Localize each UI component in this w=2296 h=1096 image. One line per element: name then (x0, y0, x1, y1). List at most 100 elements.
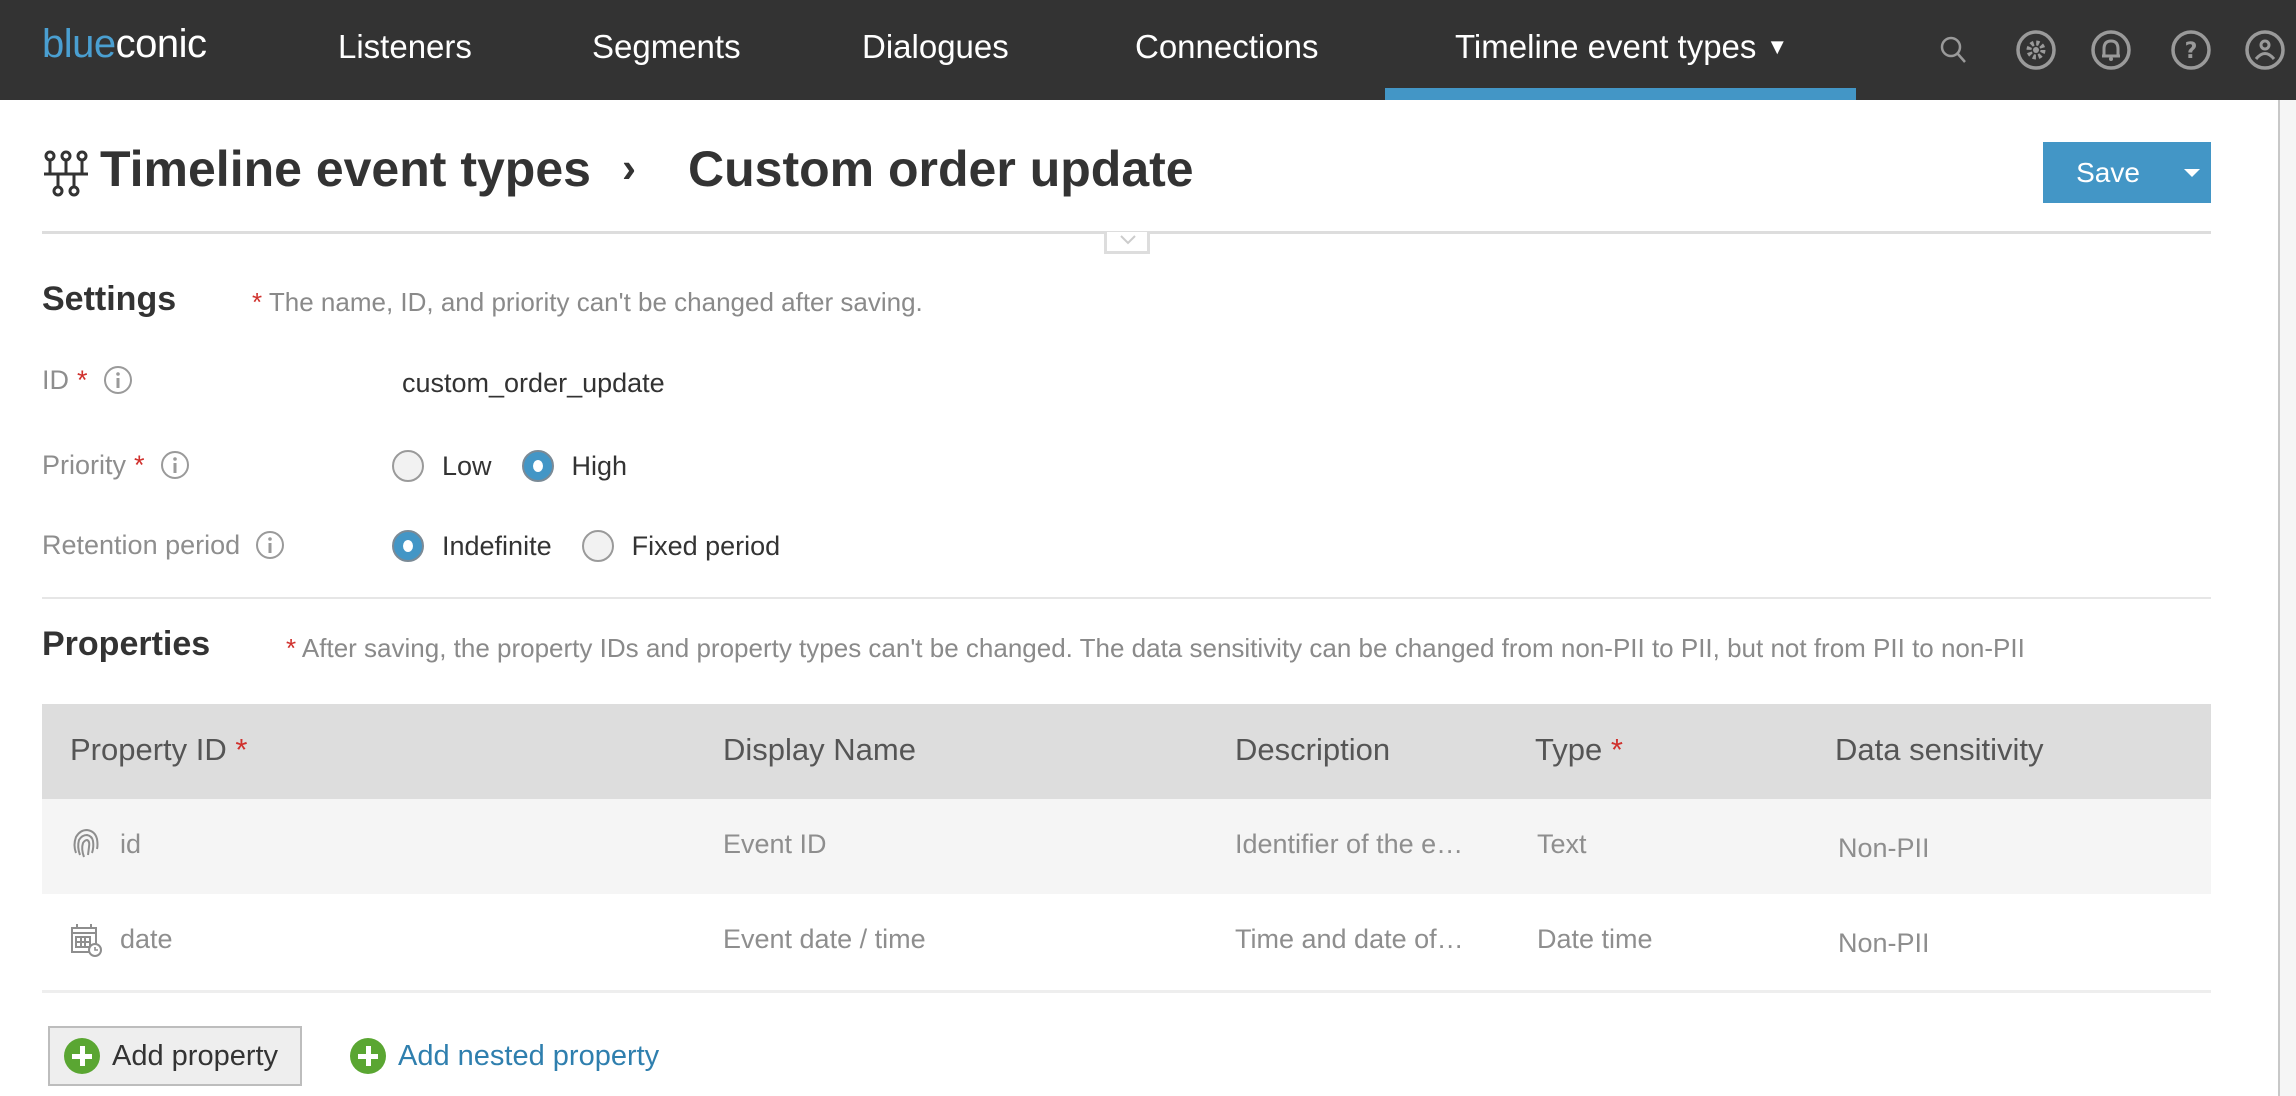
svg-text:?: ? (2185, 39, 2198, 64)
save-button[interactable]: Save (2043, 142, 2173, 203)
cell-type: Text (1537, 829, 1587, 859)
radio-button-selected[interactable] (521, 450, 554, 482)
add-property-label: Add property (112, 1039, 279, 1072)
table-row[interactable]: id Event ID Identifier of the e… Text No… (42, 799, 2211, 894)
radio-label: Low (442, 450, 492, 481)
nav-label: Listeners (338, 28, 472, 65)
info-icon[interactable] (102, 364, 134, 396)
required-star: * (286, 633, 297, 663)
top-navigation: blueconic Listeners Segments Dialogues C… (0, 0, 2296, 100)
caret-down-icon (2184, 168, 2200, 177)
required-star: * (1610, 732, 1623, 767)
plus-circle-icon (64, 1038, 100, 1074)
priority-low-radio[interactable]: Low (392, 450, 492, 482)
retention-radio-group: Indefinite Fixed period (392, 530, 810, 562)
logo-part-white: conic (115, 22, 207, 66)
cell-description: Time and date of… (1235, 924, 1464, 954)
active-tab-indicator (1385, 88, 1856, 100)
id-label: ID * (42, 364, 134, 396)
column-header-property-id[interactable]: Property ID * (70, 732, 247, 768)
column-label: Property ID (70, 732, 227, 767)
breadcrumb-separator: › (622, 144, 636, 191)
column-header-description[interactable]: Description (1235, 732, 1390, 768)
settings-divider (42, 597, 2211, 599)
priority-label: Priority * (42, 449, 191, 481)
cell-display-name: Event ID (723, 829, 827, 859)
cell-display-name: Event date / time (723, 924, 926, 954)
required-star: * (77, 364, 88, 395)
nav-segments[interactable]: Segments (592, 28, 741, 66)
fingerprint-icon (73, 828, 99, 858)
properties-note: * After saving, the property IDs and pro… (286, 633, 2025, 664)
retention-fixed-period-radio[interactable]: Fixed period (581, 530, 781, 562)
add-nested-property-label: Add nested property (398, 1039, 660, 1072)
search-icon[interactable] (1932, 28, 1976, 72)
cell-property-id: id (120, 829, 142, 859)
column-header-type[interactable]: Type * (1535, 732, 1623, 768)
priority-label-text: Priority (42, 449, 127, 480)
required-star: * (235, 732, 248, 767)
info-icon[interactable] (159, 449, 191, 481)
bell-icon[interactable] (2089, 28, 2133, 72)
cell-description: Identifier of the e… (1235, 829, 1464, 859)
table-bottom-divider (42, 990, 2211, 993)
column-header-data-sensitivity[interactable]: Data sensitivity (1835, 732, 2043, 768)
radio-label: Indefinite (442, 530, 552, 561)
calendar-clock-icon (71, 924, 102, 957)
nav-dialogues[interactable]: Dialogues (862, 28, 1009, 66)
nav-label: Timeline event types (1455, 28, 1757, 65)
nav-connections[interactable]: Connections (1135, 28, 1318, 66)
radio-button[interactable] (392, 450, 424, 482)
id-label-text: ID (42, 364, 69, 395)
breadcrumb-parent[interactable]: Timeline event types (100, 140, 591, 198)
collapse-toggle[interactable] (1104, 232, 1150, 254)
settings-note: * The name, ID, and priority can't be ch… (252, 287, 923, 318)
table-header: Property ID * Display Name Description T… (42, 704, 2211, 799)
settings-heading: Settings (42, 280, 177, 318)
required-star: * (252, 287, 263, 317)
user-icon[interactable] (2243, 28, 2287, 72)
radio-button-selected[interactable] (392, 530, 424, 562)
retention-indefinite-radio[interactable]: Indefinite (392, 530, 552, 562)
save-options-dropdown[interactable] (2173, 142, 2211, 203)
cell-type: Date time (1537, 924, 1653, 954)
required-star: * (134, 449, 145, 480)
radio-label: High (571, 450, 628, 481)
properties-note-text: After saving, the property IDs and prope… (301, 633, 2025, 663)
plus-circle-icon (350, 1038, 386, 1074)
column-label: Type (1535, 732, 1603, 767)
scrollbar[interactable] (2278, 100, 2296, 1096)
nav-label: Segments (592, 28, 741, 65)
nav-label: Connections (1135, 28, 1319, 65)
id-value: custom_order_update (402, 368, 665, 398)
retention-period-label: Retention period (42, 529, 286, 561)
radio-button[interactable] (581, 530, 614, 562)
logo-part-blue: blue (42, 22, 116, 66)
timeline-event-types-icon (42, 150, 90, 198)
settings-note-text: The name, ID, and priority can't be chan… (268, 287, 923, 317)
nav-label: Dialogues (862, 28, 1009, 65)
cell-property-id: date (120, 924, 173, 954)
chevron-down-icon (1120, 235, 1136, 245)
cell-data-sensitivity[interactable]: Non-PII (1838, 833, 1930, 864)
column-header-display-name[interactable]: Display Name (723, 732, 916, 768)
retention-label-text: Retention period (42, 529, 241, 560)
nav-timeline-event-types[interactable]: Timeline event types ▼ (1455, 28, 1788, 66)
page-title: Custom order update (688, 141, 1194, 197)
add-nested-property-link[interactable]: Add nested property (350, 1026, 659, 1086)
save-button-group: Save (2043, 142, 2211, 203)
blueconic-logo[interactable]: blueconic (42, 22, 207, 67)
gear-icon[interactable] (2014, 28, 2058, 72)
radio-label: Fixed period (631, 530, 781, 561)
nav-listeners[interactable]: Listeners (338, 28, 472, 66)
cell-data-sensitivity[interactable]: Non-PII (1838, 928, 1930, 959)
help-icon[interactable]: ? (2169, 28, 2213, 72)
info-icon[interactable] (254, 529, 286, 561)
add-property-button[interactable]: Add property (48, 1026, 302, 1086)
table-row[interactable]: date Event date / time Time and date of…… (42, 894, 2211, 989)
properties-table: Property ID * Display Name Description T… (42, 704, 2211, 989)
caret-down-icon: ▼ (1766, 34, 1789, 59)
priority-radio-group: Low High (392, 450, 657, 482)
priority-high-radio[interactable]: High (521, 450, 628, 482)
properties-heading: Properties (42, 625, 211, 663)
